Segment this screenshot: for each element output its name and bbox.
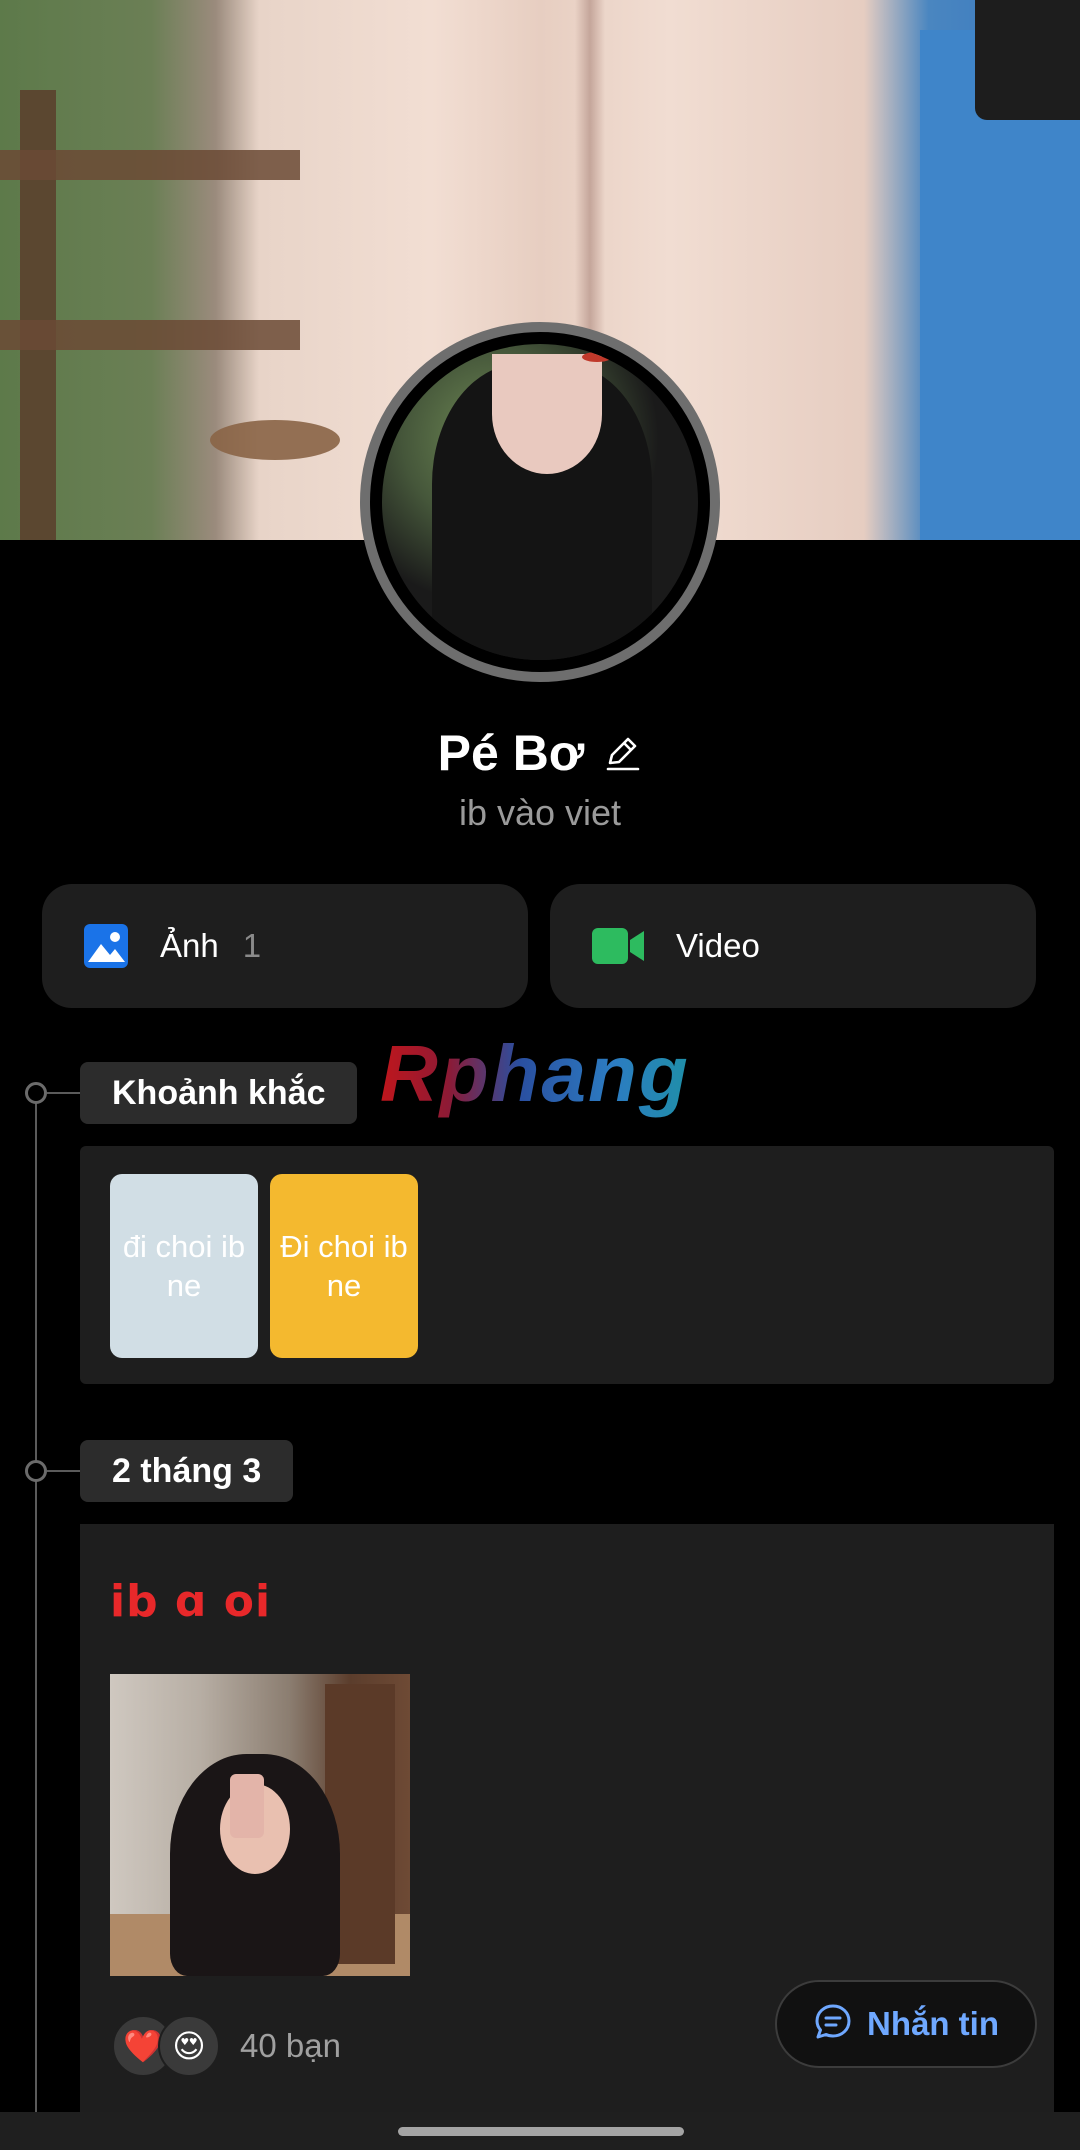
post-photo-phone xyxy=(230,1774,264,1838)
timeline-node xyxy=(25,1082,47,1104)
profile-name-row: Pé Bơ xyxy=(0,718,1080,788)
moment-text: đi choi ib ne xyxy=(122,1229,246,1303)
video-camera-icon xyxy=(590,922,646,970)
photos-label: Ảnh xyxy=(160,927,219,964)
photos-count: 1 xyxy=(242,927,262,964)
moments-header: Khoảnh khắc xyxy=(80,1062,358,1124)
chat-bubble-icon xyxy=(813,2002,853,2047)
profile-name: Pé Bơ xyxy=(437,725,585,781)
heart-eyes-reaction-icon: 😍 xyxy=(158,2015,220,2077)
watermark-logo: Rphang xyxy=(380,1029,690,1118)
reactions-row[interactable]: ❤️ 😍 40 bạn xyxy=(112,2014,341,2078)
photos-button[interactable]: Ảnh 1 xyxy=(42,884,528,1008)
profile-bio: ib vào viet xyxy=(458,792,622,833)
cover-scene-rail xyxy=(0,320,300,350)
moment-text: Đi choi ib ne xyxy=(280,1229,408,1303)
message-label: Nhắn tin xyxy=(867,2005,999,2042)
moment-item[interactable]: đi choi ib ne xyxy=(110,1174,258,1358)
moment-item[interactable]: Đi choi ib ne xyxy=(270,1174,418,1358)
home-indicator[interactable] xyxy=(398,2127,684,2136)
videos-label: Video xyxy=(676,927,760,964)
videos-button[interactable]: Video xyxy=(550,884,1036,1008)
avatar-figure-skin xyxy=(492,354,602,474)
timeline-node xyxy=(25,1460,47,1482)
image-icon xyxy=(82,922,130,970)
cover-scene-rail xyxy=(0,150,300,180)
timeline-connector xyxy=(47,1470,80,1472)
avatar-figure-lips xyxy=(582,352,612,362)
cover-scene-stool xyxy=(210,420,340,460)
cover-scene-speaker xyxy=(975,0,1080,120)
timeline-line xyxy=(35,1092,37,2150)
avatar[interactable] xyxy=(360,322,720,682)
edit-icon[interactable] xyxy=(602,733,642,773)
timeline-connector xyxy=(47,1092,80,1094)
avatar-image xyxy=(382,344,698,660)
post-title: ib ɑ oi xyxy=(110,1576,272,1627)
post-photo[interactable] xyxy=(110,1674,410,1976)
date-header: 2 tháng 3 xyxy=(80,1440,294,1502)
moments-card: đi choi ib ne Đi choi ib ne xyxy=(80,1146,1054,1384)
reaction-count: 40 bạn xyxy=(240,2027,341,2064)
message-button[interactable]: Nhắn tin xyxy=(775,1980,1037,2068)
